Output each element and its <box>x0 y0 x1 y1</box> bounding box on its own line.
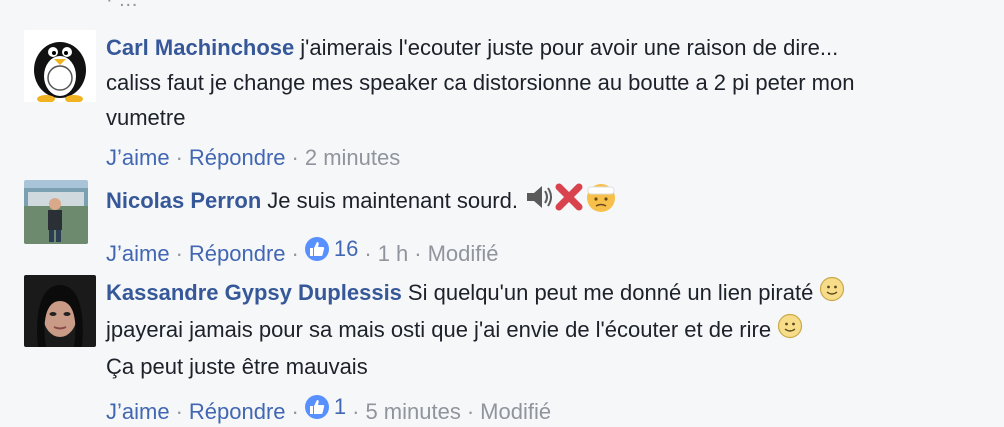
like-count[interactable]: 1 <box>304 392 347 422</box>
separator: · <box>466 399 475 425</box>
avatar[interactable] <box>24 30 96 102</box>
comment-line: caliss faut je change mes speaker ca dis… <box>106 70 855 95</box>
thumbs-up-icon <box>304 237 329 261</box>
avatar[interactable] <box>24 180 88 244</box>
reply-link[interactable]: Répondre <box>189 399 286 424</box>
reply-link[interactable]: Répondre <box>189 241 286 266</box>
thumbs-up-icon <box>304 395 329 420</box>
like-count-value: 1 <box>333 394 347 420</box>
comment-line: vumetre <box>106 105 186 130</box>
comment-author[interactable]: Carl Machinchose <box>106 35 294 60</box>
comment-timestamp[interactable]: 2 minutes <box>305 145 400 170</box>
separator: · <box>291 241 299 266</box>
separator: · <box>175 145 183 170</box>
separator: · <box>175 241 183 266</box>
comment-line: jpayerai jamais pour sa mais osti que j'… <box>106 317 772 343</box>
previous-comment-meta: · … <box>106 0 139 11</box>
comment-text: Nicolas Perron Je suis maintenant sourd. <box>106 180 966 224</box>
comment-author[interactable]: Kassandre Gypsy Duplessis <box>106 280 402 305</box>
comment-text: Kassandre Gypsy Duplessis Si quelqu'un pe… <box>106 275 966 384</box>
comment-timestamp[interactable]: 1 h <box>378 241 409 266</box>
separator: · <box>291 399 299 425</box>
injured-face-icon <box>584 180 618 224</box>
avatar[interactable] <box>24 275 96 347</box>
like-count[interactable]: 16 <box>304 234 359 264</box>
separator: · <box>291 145 299 170</box>
like-link[interactable]: J’aime <box>106 145 170 170</box>
like-count-value: 16 <box>333 236 359 261</box>
comment-actions: J’aime · Répondre · 2 minutes <box>106 143 966 173</box>
comment-line: j'aimerais l'ecouter juste pour avoir un… <box>300 35 839 60</box>
smiley-icon <box>819 276 845 312</box>
cross-icon <box>554 182 584 222</box>
comment-timestamp[interactable]: 5 minutes <box>365 399 460 424</box>
like-link[interactable]: J’aime <box>106 399 170 424</box>
comment-actions: J’aime · Répondre · 1 · 5 minutes · Modifié <box>106 392 966 427</box>
comment-line: Je suis maintenant sourd. <box>267 187 518 213</box>
comment-author[interactable]: Nicolas Perron <box>106 188 261 213</box>
comment-text: Carl Machinchose j'aimerais l'ecouter jus… <box>106 30 966 135</box>
comment-actions: J’aime · Répondre · 16 · 1 h · Modifié <box>106 234 966 269</box>
smiley-icon <box>777 313 803 349</box>
reply-link[interactable]: Répondre <box>189 145 286 170</box>
separator: · <box>175 399 183 425</box>
edited-label[interactable]: Modifié <box>428 241 499 266</box>
speaker-icon <box>524 182 554 222</box>
like-link[interactable]: J’aime <box>106 241 170 266</box>
separator: · <box>414 241 422 266</box>
comment-line: Si quelqu'un peut me donné un lien pirat… <box>407 280 814 305</box>
separator: · <box>352 399 360 425</box>
edited-label[interactable]: Modifié <box>480 399 551 424</box>
comment-line: Ça peut juste être mauvais <box>106 354 368 380</box>
separator: · <box>364 241 372 266</box>
